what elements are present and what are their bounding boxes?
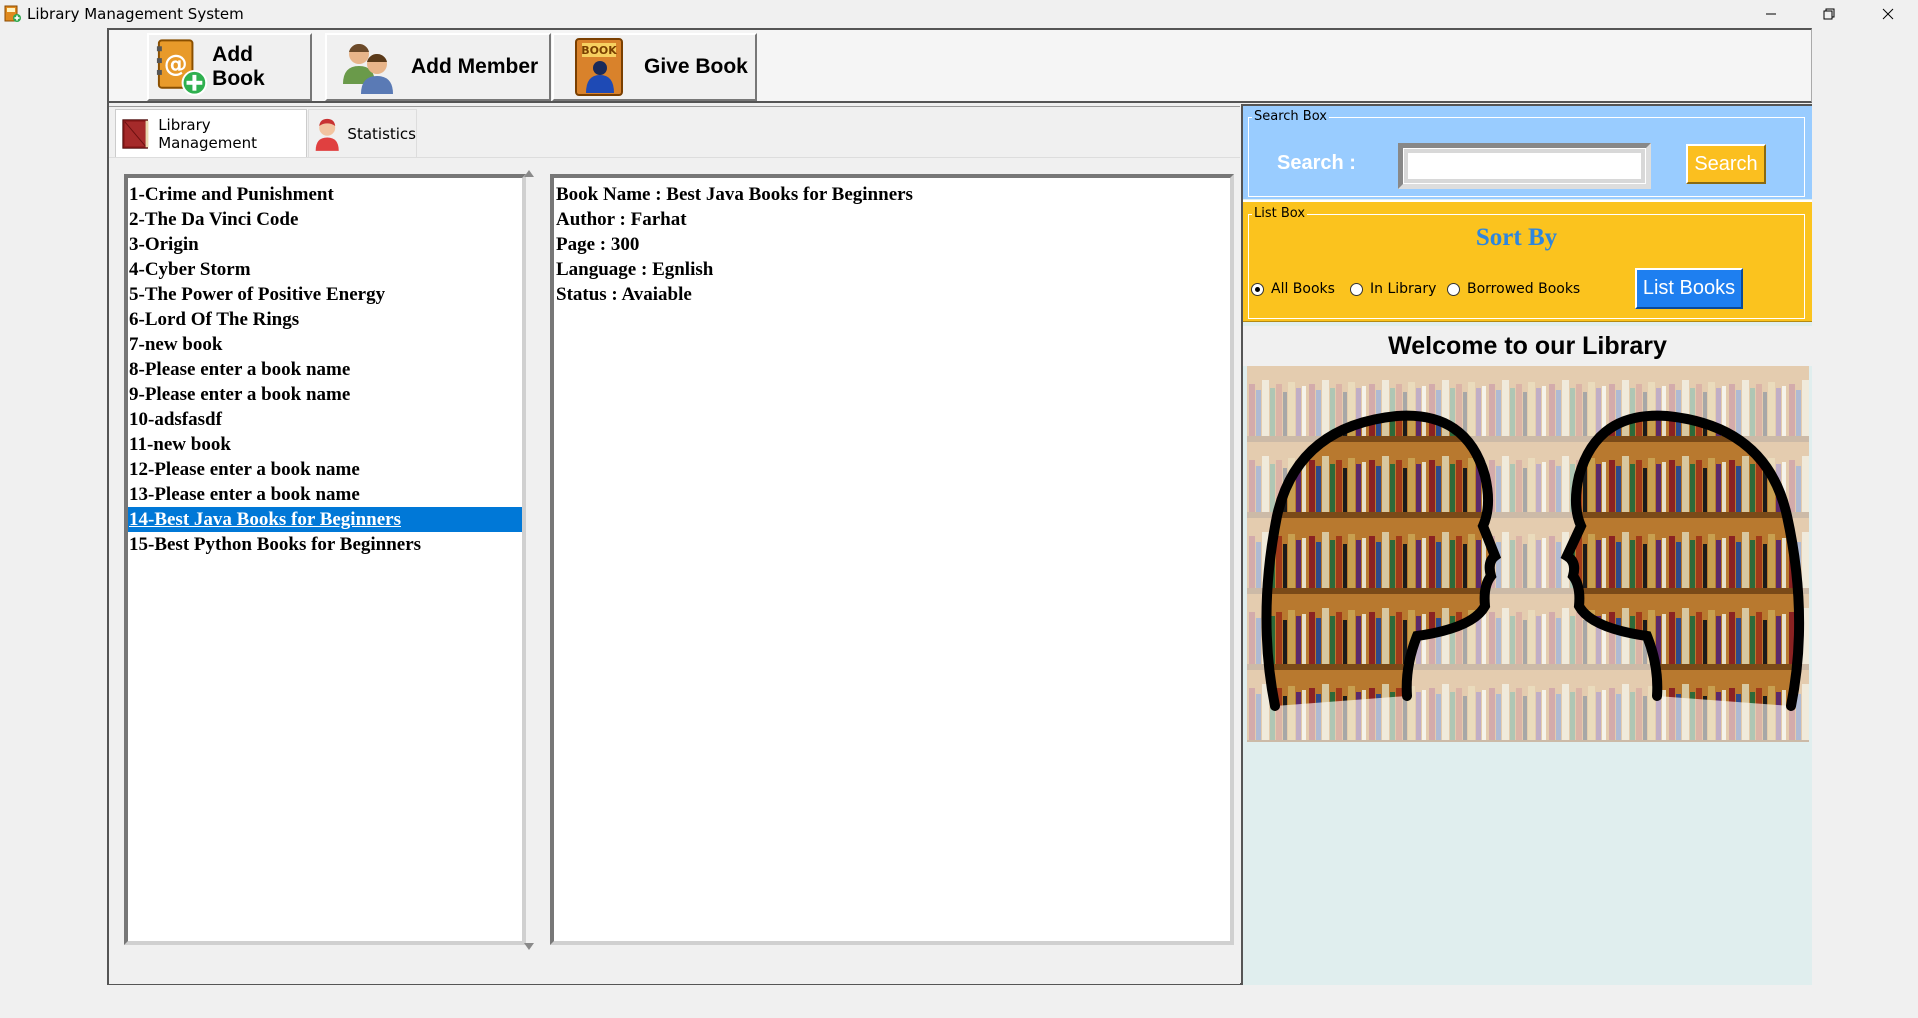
search-box-legend: Search Box bbox=[1252, 109, 1329, 124]
radio-borrowed-books[interactable]: Borrowed Books bbox=[1447, 281, 1580, 297]
add-book-label: Add Book bbox=[212, 43, 265, 90]
title-bar: Library Management System bbox=[0, 0, 1918, 28]
minimize-icon bbox=[1766, 13, 1776, 15]
red-book-icon bbox=[122, 118, 149, 149]
toolbar: @ Add Book Add Member BOOK Give Book bbox=[107, 28, 1812, 103]
book-list-item[interactable]: 11-new book bbox=[128, 432, 522, 457]
radio-in-library[interactable]: In Library bbox=[1350, 281, 1436, 297]
svg-text:BOOK: BOOK bbox=[581, 44, 617, 57]
book-detail-line: Status : Avaiable bbox=[556, 284, 692, 305]
book-list-item[interactable]: 6-Lord Of The Rings bbox=[128, 307, 522, 332]
user-avatar-icon bbox=[315, 118, 339, 151]
book-list-item[interactable]: 5-The Power of Positive Energy bbox=[128, 282, 522, 307]
tab-statistics[interactable]: Statistics bbox=[308, 109, 417, 157]
right-panel: Search Box Search : Search List Box Sort… bbox=[1241, 104, 1812, 985]
radio-in-library-dot[interactable] bbox=[1350, 282, 1363, 296]
list-box-legend: List Box bbox=[1252, 206, 1308, 221]
list-books-button[interactable]: List Books bbox=[1635, 268, 1743, 309]
book-list-item[interactable]: 3-Origin bbox=[128, 232, 522, 257]
restore-button[interactable] bbox=[1800, 0, 1858, 28]
address-book-add-icon: @ bbox=[156, 39, 208, 96]
bookshelf-heads-illustration bbox=[1247, 366, 1809, 742]
book-list-item[interactable]: 14-Best Java Books for Beginners bbox=[128, 507, 522, 532]
radio-all-books-dot[interactable] bbox=[1251, 282, 1264, 296]
window-title: Library Management System bbox=[27, 5, 244, 23]
book-list-item[interactable]: 4-Cyber Storm bbox=[128, 257, 522, 282]
give-book-label: Give Book bbox=[644, 55, 748, 78]
scroll-down-icon[interactable] bbox=[524, 943, 534, 950]
radio-in-library-label: In Library bbox=[1370, 281, 1437, 297]
book-list[interactable]: 1-Crime and Punishment 2-The Da Vinci Cod… bbox=[124, 174, 526, 945]
svg-text:@: @ bbox=[164, 50, 188, 78]
welcome-heading: Welcome to our Library bbox=[1243, 326, 1812, 366]
vertical-scrollbar[interactable] bbox=[520, 168, 537, 952]
book-list-item[interactable]: 15-Best Python Books for Beginners bbox=[128, 532, 522, 557]
restore-icon bbox=[1823, 8, 1835, 20]
library-management-panel: 1-Crime and Punishment 2-The Da Vinci Cod… bbox=[109, 157, 1240, 979]
sort-by-title: Sort By bbox=[1475, 224, 1558, 251]
tab-container: Library Management Statistics 1-Crime an… bbox=[109, 106, 1240, 984]
book-detail-line: Page : 300 bbox=[556, 234, 640, 255]
radio-borrowed-books-label: Borrowed Books bbox=[1467, 281, 1581, 297]
list-box: List Box Sort By All Books In Library Bo… bbox=[1243, 200, 1812, 322]
app-book-icon bbox=[4, 5, 21, 22]
book-list-item[interactable]: 8-Please enter a book name bbox=[128, 357, 522, 382]
users-icon bbox=[343, 43, 393, 94]
book-list-item[interactable]: 9-Please enter a book name bbox=[128, 382, 522, 407]
book-detail-line: Language : Egnlish bbox=[556, 259, 714, 280]
library-heads-image bbox=[1247, 366, 1809, 742]
book-reader-icon: BOOK bbox=[575, 38, 623, 96]
radio-borrowed-books-dot[interactable] bbox=[1447, 282, 1460, 296]
add-member-button[interactable]: Add Member bbox=[325, 33, 551, 101]
add-book-button[interactable]: @ Add Book bbox=[147, 33, 312, 101]
search-box: Search Box Search : Search bbox=[1243, 104, 1812, 199]
tab-library-management[interactable]: Library Management bbox=[115, 109, 307, 157]
book-list-item[interactable]: 10-adsfasdf bbox=[128, 407, 522, 432]
search-button[interactable]: Search bbox=[1686, 144, 1766, 184]
search-label: Search : bbox=[1277, 152, 1356, 174]
add-member-label: Add Member bbox=[411, 55, 539, 78]
book-details: Book Name : Best Java Books for Beginner… bbox=[550, 174, 1234, 945]
book-list-item[interactable]: 13-Please enter a book name bbox=[128, 482, 522, 507]
book-list-item[interactable]: 1-Crime and Punishment bbox=[128, 182, 522, 207]
close-icon bbox=[1882, 8, 1894, 20]
radio-all-books-label: All Books bbox=[1271, 281, 1335, 297]
book-list-item[interactable]: 7-new book bbox=[128, 332, 522, 357]
book-list-item[interactable]: 12-Please enter a book name bbox=[128, 457, 522, 482]
search-input[interactable] bbox=[1398, 143, 1651, 189]
tab-statistics-label: Statistics bbox=[347, 124, 416, 143]
book-detail-line: Author : Farhat bbox=[556, 209, 687, 230]
book-detail-line: Book Name : Best Java Books for Beginner… bbox=[556, 184, 913, 205]
tab-library-management-label: Library Management bbox=[158, 115, 258, 152]
scroll-up-icon[interactable] bbox=[524, 170, 534, 177]
minimize-button[interactable] bbox=[1742, 0, 1800, 28]
give-book-button[interactable]: BOOK Give Book bbox=[552, 33, 757, 101]
radio-all-books[interactable]: All Books bbox=[1251, 281, 1335, 297]
close-button[interactable] bbox=[1859, 0, 1917, 28]
book-list-item[interactable]: 2-The Da Vinci Code bbox=[128, 207, 522, 232]
